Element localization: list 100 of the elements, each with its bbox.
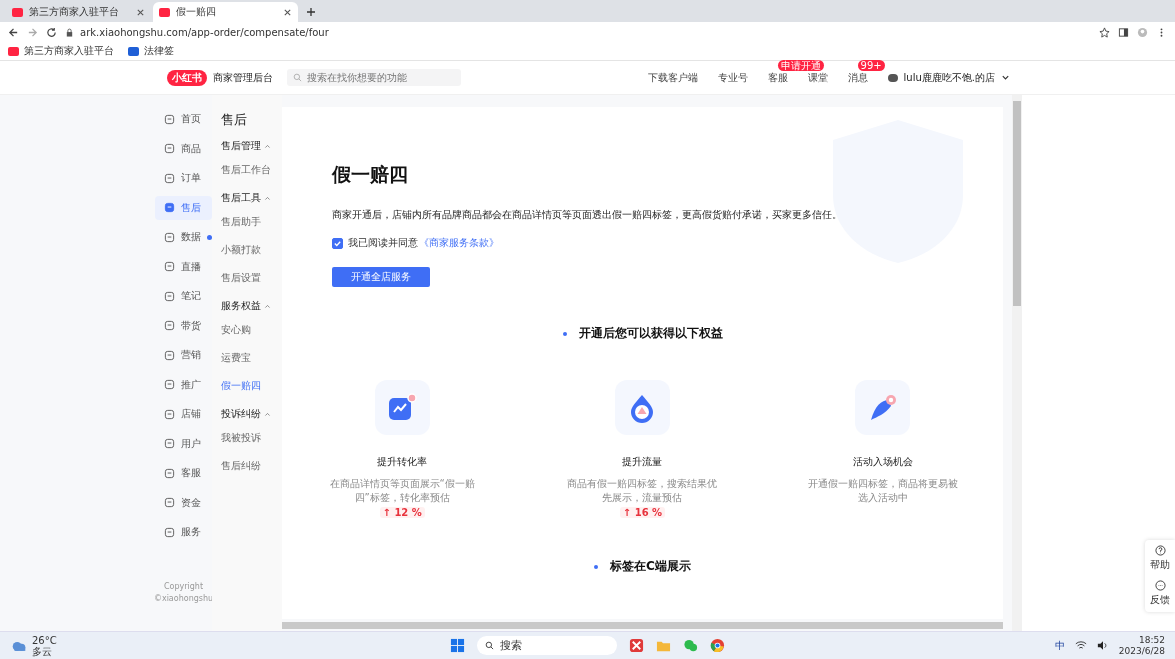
submenu-item[interactable]: 售后助手: [221, 215, 282, 229]
nav-icon: [164, 320, 175, 331]
nav-item[interactable]: 订单: [155, 166, 212, 190]
submenu-item[interactable]: 假一赔四: [221, 379, 282, 393]
copyright-text: Copyright: [163, 582, 204, 591]
header-link[interactable]: 专业号: [717, 71, 748, 83]
submenu-group[interactable]: 售后工具: [221, 191, 282, 205]
increase-badge: ↑ 12 %: [379, 507, 425, 518]
nav-icon: [164, 231, 175, 243]
search-field[interactable]: 搜索在找你想要的功能: [287, 69, 461, 86]
tab-title: 假一赔四: [176, 5, 217, 19]
user-name[interactable]: lulu鹿鹿吃不饱.的店: [903, 70, 995, 85]
ime-indicator[interactable]: 中: [1054, 638, 1065, 653]
nav-item[interactable]: 客服: [155, 461, 212, 485]
nav-icon: [164, 113, 175, 125]
nav-item[interactable]: 服务: [155, 520, 212, 544]
caret-icon[interactable]: [264, 410, 271, 418]
checkbox[interactable]: [332, 237, 343, 249]
header-link[interactable]: 客服: [767, 71, 788, 83]
nav-item[interactable]: 商品: [155, 136, 212, 161]
header-link[interactable]: 消息: [847, 71, 868, 83]
bullet-dot: [594, 564, 599, 569]
start-icon[interactable]: [450, 638, 465, 653]
terms-link[interactable]: 《商家服务条款》: [419, 236, 499, 250]
submenu-group[interactable]: 投诉纠纷: [221, 407, 282, 421]
nav-item[interactable]: 带货: [155, 313, 212, 338]
submenu-item[interactable]: 运费宝: [221, 351, 282, 365]
taskbar-search[interactable]: 搜索: [477, 636, 617, 655]
benefit-description: 开通假一赔四标签，商品将更易被选入活动中: [807, 477, 958, 505]
nav-item[interactable]: 首页: [155, 107, 212, 131]
back-icon[interactable]: [8, 26, 19, 38]
submenu-item[interactable]: 售后设置: [221, 271, 282, 285]
site-icon: [159, 7, 170, 17]
lock-icon: [65, 27, 74, 37]
scrollbar[interactable]: [282, 622, 1003, 629]
submenu-group[interactable]: 服务权益: [221, 299, 282, 313]
app-icon[interactable]: [629, 638, 644, 653]
caret-icon[interactable]: [264, 194, 271, 202]
header-link[interactable]: 下载客户端: [647, 71, 698, 83]
nav-icon: [164, 408, 175, 420]
wifi-icon[interactable]: [1074, 640, 1087, 651]
submenu-item[interactable]: 我被投诉: [221, 431, 282, 445]
close-icon[interactable]: [283, 7, 292, 17]
nav-icon: [164, 379, 175, 390]
help-tool[interactable]: 帮助: [1145, 545, 1175, 572]
search-icon: [485, 641, 494, 650]
scrollbar[interactable]: [1012, 95, 1022, 631]
increase-badge: ↑ 16 %: [619, 507, 666, 518]
submenu-title: 售后: [221, 111, 248, 129]
nav-item[interactable]: 资金: [155, 490, 212, 515]
forward-icon[interactable]: [27, 26, 38, 38]
nav-item[interactable]: 笔记: [155, 284, 212, 308]
address-field[interactable]: ark.xiaohongshu.com/app-order/compensate/four: [65, 24, 1091, 40]
help-icon: [1154, 545, 1166, 556]
bookmark[interactable]: 第三方商家入驻平台: [8, 44, 114, 58]
bookmark[interactable]: 法律签: [128, 44, 174, 58]
browser-icon[interactable]: [710, 638, 725, 653]
submenu-item[interactable]: 售后工作台: [221, 163, 282, 177]
logo[interactable]: 小红书: [167, 69, 207, 86]
nav-icon: [164, 438, 175, 449]
nav-item[interactable]: 推广: [155, 372, 212, 397]
submenu-item[interactable]: 安心购: [221, 323, 282, 337]
submenu-item[interactable]: 售后纠纷: [221, 459, 282, 473]
sidebar-icon[interactable]: [1118, 26, 1129, 38]
reload-icon[interactable]: [46, 26, 57, 38]
nav-item[interactable]: 直播: [155, 254, 212, 279]
submenu-group[interactable]: 售后管理: [221, 139, 282, 153]
page-title: 假一赔四: [332, 162, 409, 187]
caret-icon[interactable]: [264, 142, 271, 150]
section-heading: 标签在C端展示: [610, 558, 691, 575]
nav-item[interactable]: 店铺: [155, 402, 212, 426]
agreement-text: 我已阅读并同意: [348, 236, 418, 250]
header-link[interactable]: 课堂: [807, 71, 828, 83]
volume-icon[interactable]: [1096, 640, 1109, 651]
clock-time: 18:52: [1139, 634, 1165, 646]
browser-tab[interactable]: 假一赔四: [153, 2, 298, 22]
nav-icon: [164, 202, 175, 213]
help-tool[interactable]: 反馈: [1145, 580, 1175, 607]
nav-item[interactable]: 数据: [155, 225, 212, 249]
bullet-dot: [562, 331, 567, 336]
close-icon[interactable]: [136, 7, 145, 17]
submenu-item[interactable]: 小额打款: [221, 243, 282, 257]
activate-button[interactable]: 开通全店服务: [332, 267, 430, 287]
star-icon[interactable]: [1099, 26, 1110, 38]
tab-title: 第三方商家入驻平台: [29, 5, 120, 19]
chat-icon: [1154, 580, 1166, 591]
nav-icon: [164, 467, 175, 479]
nav-icon: [164, 290, 175, 302]
nav-icon: [164, 143, 175, 154]
nav-item[interactable]: 营销: [155, 343, 212, 367]
caret-icon[interactable]: [264, 302, 271, 310]
chevron-down-icon[interactable]: [1001, 73, 1010, 82]
benefit-description: 在商品详情页等页面展示“假一赔四”标签，转化率预估: [328, 477, 476, 505]
nav-item[interactable]: 用户: [155, 431, 212, 456]
avatar-icon: [887, 73, 898, 82]
new-tab-icon[interactable]: [306, 7, 316, 17]
nav-item[interactable]: 售后: [155, 195, 212, 220]
cloud-icon: [10, 639, 28, 652]
benefit-description: 商品有假一赔四标签，搜索结果优先展示，流量预估: [567, 477, 718, 505]
browser-tab[interactable]: 第三方商家入驻平台: [6, 2, 151, 22]
